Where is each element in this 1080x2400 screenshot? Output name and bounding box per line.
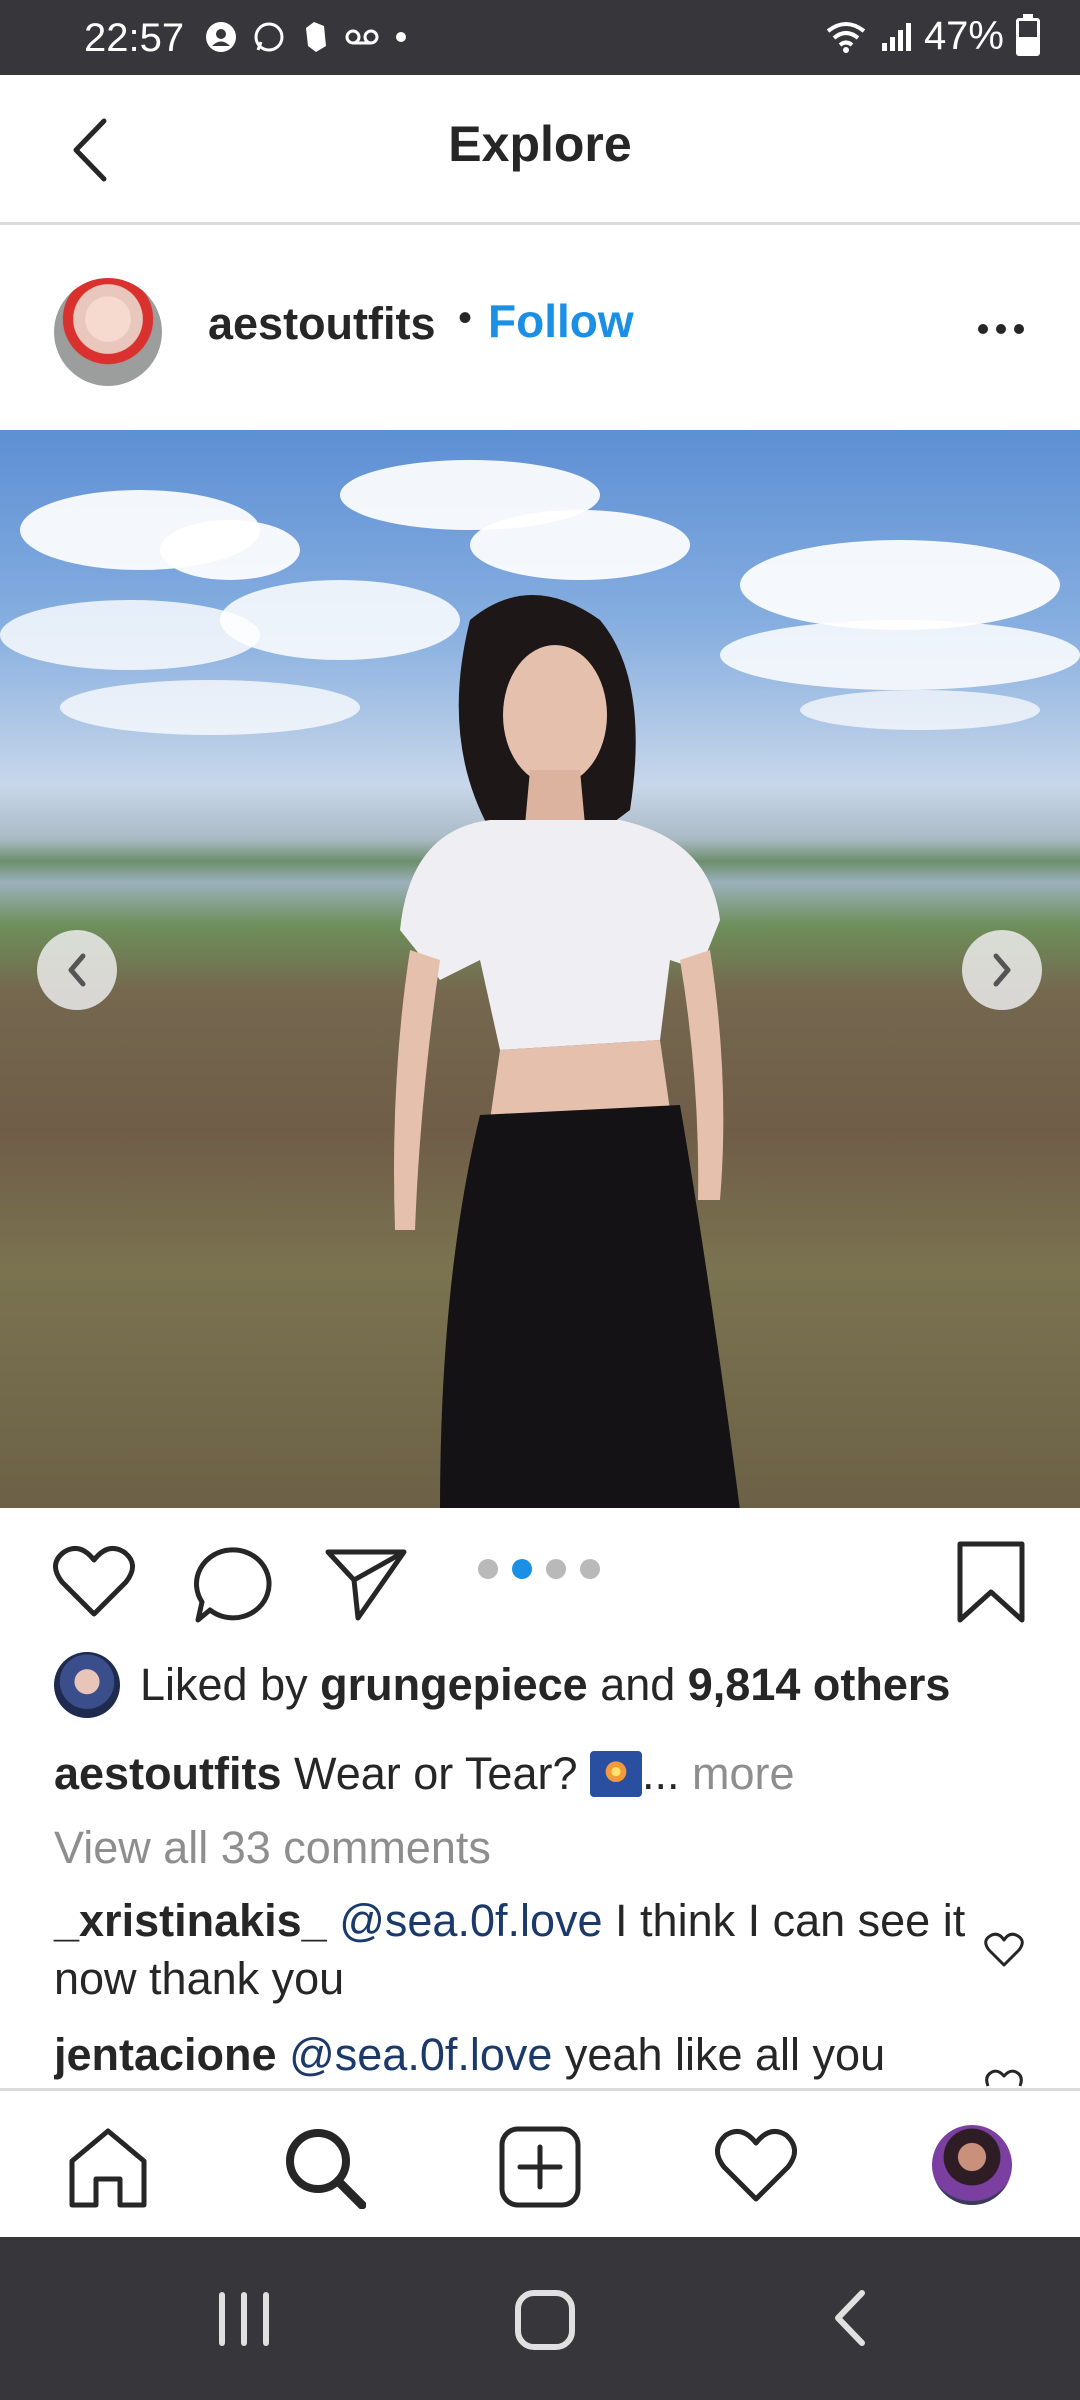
- status-bar: 22:57 47%: [0, 0, 1080, 75]
- post-actions: [0, 1508, 1080, 1638]
- likes-count[interactable]: 9,814 others: [688, 1659, 951, 1711]
- heart-icon[interactable]: [52, 1544, 136, 1620]
- recent-apps-icon[interactable]: [214, 2291, 274, 2347]
- caption-more-link[interactable]: more: [680, 1748, 795, 1799]
- comment-username[interactable]: _xristinakis_: [54, 1895, 327, 1946]
- comment-like-heart-icon[interactable]: [984, 1932, 1024, 1968]
- liker-username[interactable]: grungepiece: [320, 1659, 588, 1711]
- comment-text: yeah like all you: [552, 2029, 886, 2080]
- search-icon[interactable]: [282, 2125, 366, 2209]
- liker-avatar: [54, 1652, 120, 1718]
- profile-avatar[interactable]: [932, 2125, 1012, 2205]
- previous-image-button[interactable]: [37, 930, 117, 1010]
- chevron-right-icon: [993, 953, 1011, 987]
- notification-icons: [204, 20, 408, 54]
- more-notifications-dot-icon: [396, 32, 406, 42]
- post-author-avatar[interactable]: [54, 278, 162, 386]
- separator-dot: •: [458, 296, 473, 340]
- comment-mention[interactable]: @sea.0f.love: [339, 1895, 602, 1946]
- add-post-icon[interactable]: [498, 2125, 582, 2209]
- status-time: 22:57: [84, 16, 185, 60]
- system-navigation-bar: [0, 2237, 1080, 2400]
- comment-mention[interactable]: @sea.0f.love: [289, 2029, 552, 2080]
- carousel-pager: [478, 1559, 600, 1579]
- pager-dot-active: [512, 1559, 532, 1579]
- caption-ellipsis: ...: [642, 1748, 680, 1799]
- home-icon[interactable]: [66, 2125, 150, 2209]
- follow-button[interactable]: Follow: [488, 294, 634, 348]
- likes-prefix: Liked by: [140, 1659, 321, 1710]
- comment-item: jentacione @sea.0f.love yeah like all yo…: [54, 2026, 974, 2088]
- whatsapp-icon: [254, 22, 284, 52]
- signal-icon: [881, 22, 911, 51]
- comment-item: _xristinakis_ @sea.0f.love I think I can…: [54, 1892, 974, 2008]
- activity-heart-icon[interactable]: [714, 2125, 798, 2205]
- pager-dot: [478, 1559, 498, 1579]
- pager-dot: [546, 1559, 566, 1579]
- next-image-button[interactable]: [962, 930, 1042, 1010]
- wifi-icon: [826, 21, 866, 53]
- battery-percent: 47%: [923, 14, 1004, 58]
- caption-text: Wear or Tear?: [281, 1748, 591, 1799]
- post-author-username[interactable]: aestoutfits: [208, 298, 436, 350]
- status-right: 47%: [824, 13, 1040, 59]
- pager-dot: [580, 1559, 600, 1579]
- voicemail-icon: [345, 29, 379, 45]
- chevron-left-icon: [68, 953, 86, 987]
- post-caption: aestoutfits Wear or Tear? ... more: [54, 1748, 795, 1800]
- back-system-icon[interactable]: [830, 2287, 870, 2349]
- caption-username[interactable]: aestoutfits: [54, 1748, 282, 1799]
- comment-icon[interactable]: [188, 1544, 272, 1624]
- comment-like-heart-icon[interactable]: [984, 2068, 1024, 2088]
- likes-middle: and: [587, 1659, 688, 1710]
- battery-icon: [1016, 13, 1040, 56]
- firework-emoji-icon: [590, 1751, 643, 1797]
- post-image[interactable]: [0, 430, 1080, 1508]
- home-system-icon[interactable]: [514, 2289, 576, 2351]
- top-header: Explore: [0, 75, 1080, 225]
- bookmark-icon[interactable]: [954, 1540, 1028, 1624]
- page-title: Explore: [448, 116, 632, 172]
- post-header: aestoutfits • Follow: [0, 226, 1080, 430]
- comment-username[interactable]: jentacione: [54, 2029, 277, 2080]
- view-all-comments-link[interactable]: View all 33 comments: [54, 1822, 491, 1874]
- share-icon[interactable]: [324, 1546, 408, 1622]
- bottom-navigation: [0, 2091, 1080, 2237]
- notification-account-icon: [206, 22, 236, 52]
- likes-line[interactable]: Liked by grungepiece and 9,814 others: [54, 1650, 950, 1720]
- more-options-icon[interactable]: [978, 324, 1024, 334]
- evernote-icon: [306, 22, 326, 52]
- photo-subject-figure: [394, 595, 740, 1508]
